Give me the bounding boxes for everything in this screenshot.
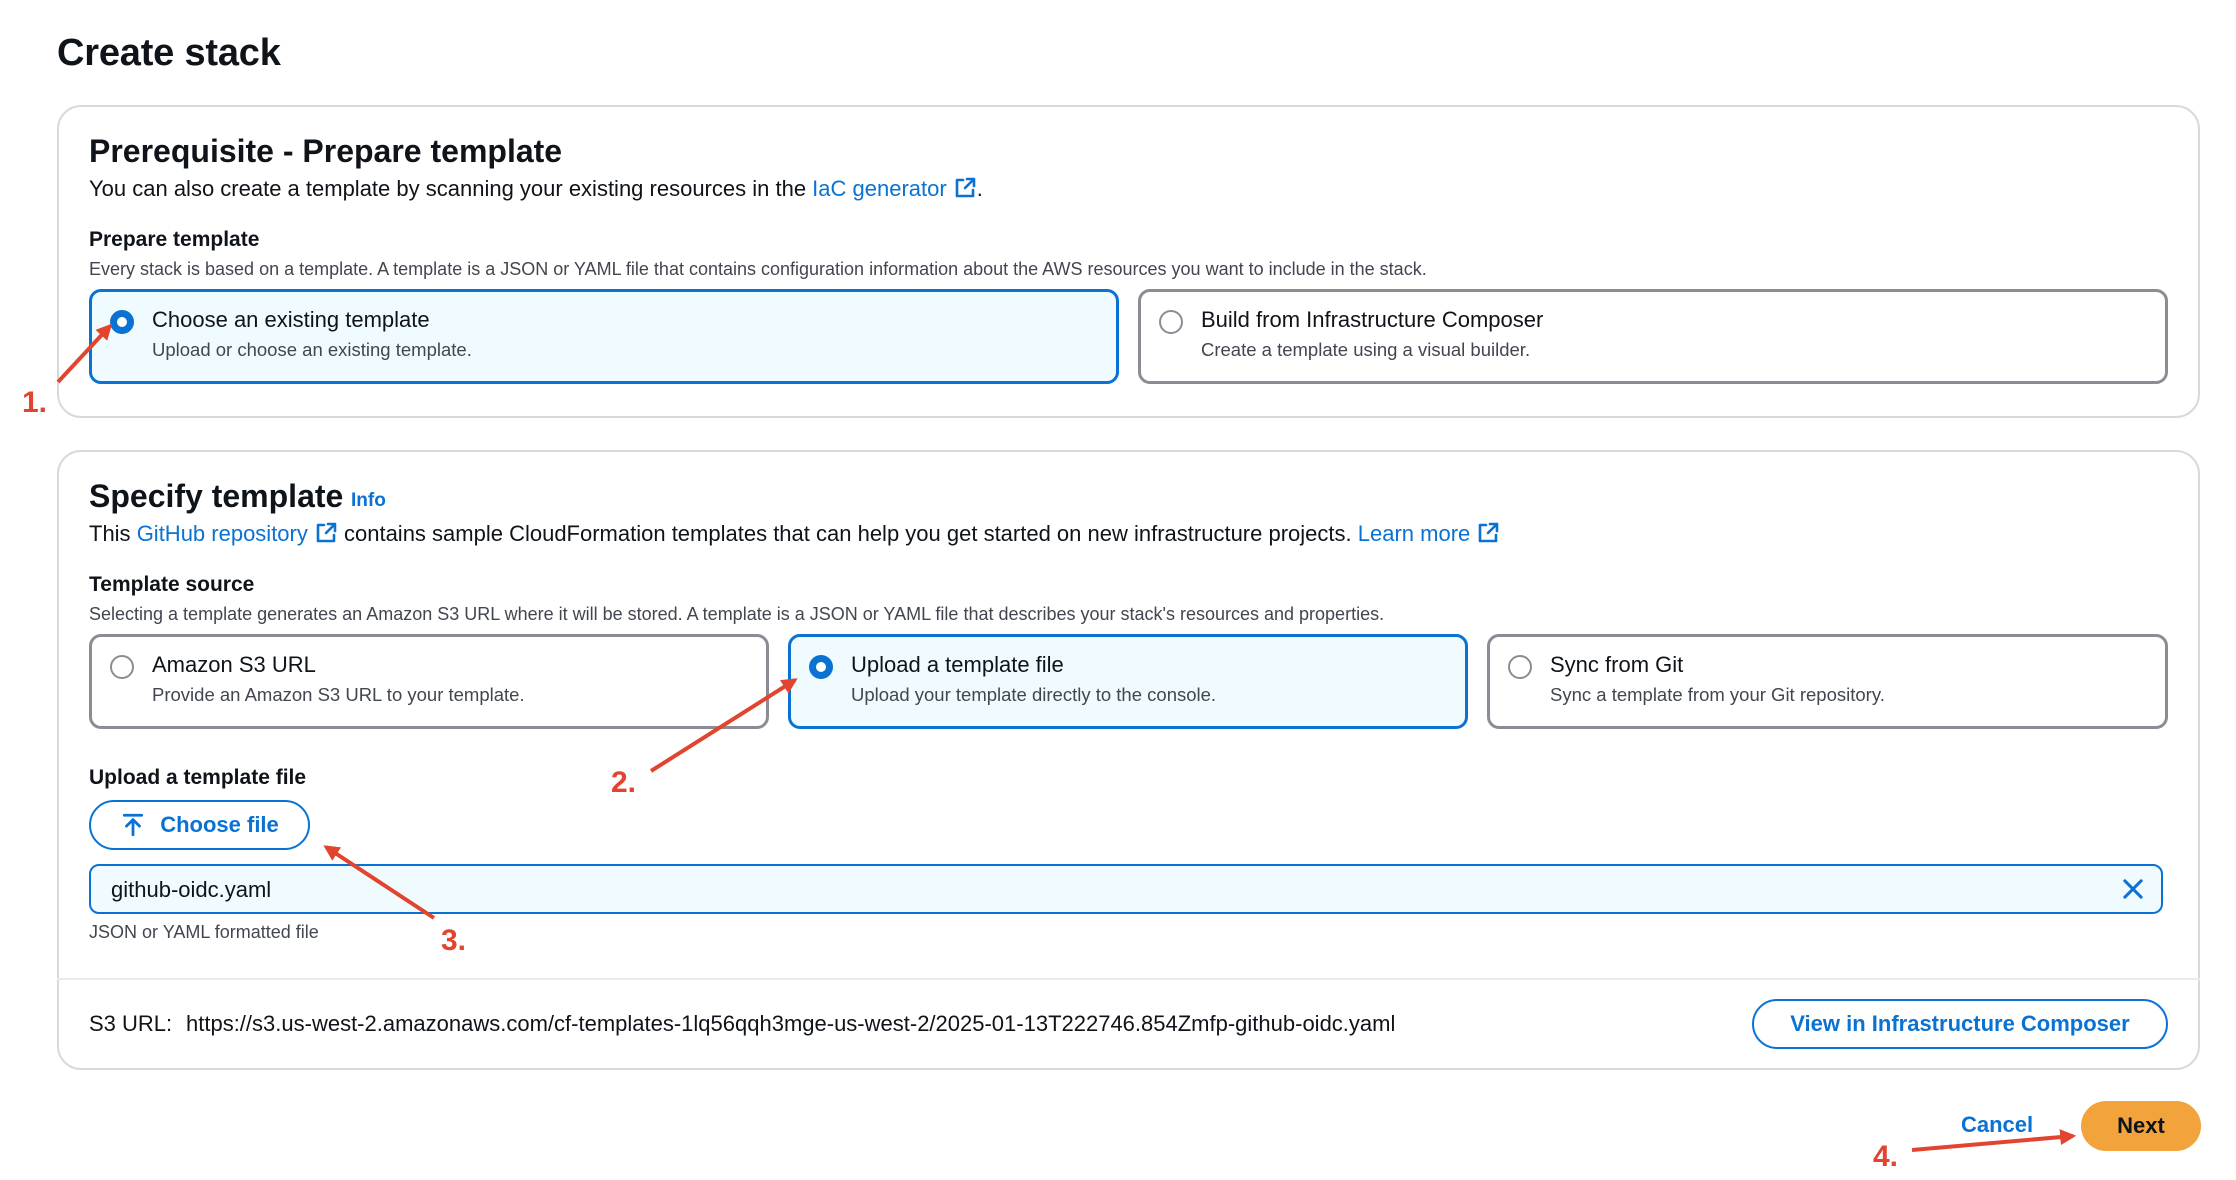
learn-more-link-label: Learn more (1357, 521, 1471, 546)
prepare-template-label: Prepare template (89, 228, 260, 251)
specify-template-description: This GitHub repository contains sample C… (89, 521, 1500, 547)
specify-description-prefix: This (89, 521, 137, 546)
radio-amazon-s3-url[interactable] (110, 655, 134, 679)
source-subtitle: Upload your template directly to the con… (851, 684, 1217, 705)
prepare-template-hint: Every stack is based on a template. A te… (89, 259, 1427, 279)
option-title: Choose an existing template (152, 307, 430, 332)
radio-upload-template-file[interactable] (809, 655, 833, 679)
source-upload-template-file[interactable]: Upload a template file Upload your templ… (788, 634, 1468, 729)
view-in-composer-button[interactable]: View in Infrastructure Composer (1752, 999, 2168, 1049)
github-repository-link-label: GitHub repository (136, 521, 308, 546)
step4-arrow (1911, 1129, 2077, 1152)
source-title: Sync from Git (1550, 652, 1684, 677)
iac-generator-link-label: IaC generator (812, 176, 947, 201)
option-subtitle: Upload or choose an existing template. (152, 339, 472, 360)
source-amazon-s3-url[interactable]: Amazon S3 URL Provide an Amazon S3 URL t… (89, 634, 769, 729)
option-choose-existing-template[interactable]: Choose an existing template Upload or ch… (89, 289, 1119, 384)
upload-icon (123, 813, 144, 837)
learn-more-link[interactable]: Learn more (1358, 521, 1501, 546)
step-1-label: 1. (22, 386, 48, 419)
close-icon[interactable] (2119, 875, 2147, 903)
view-in-composer-label: View in Infrastructure Composer (1790, 1011, 2130, 1036)
choose-file-button[interactable]: Choose file (89, 800, 310, 850)
specify-description-middle: contains sample CloudFormation templates… (337, 521, 1358, 546)
panel-divider (57, 978, 2200, 980)
option-title: Build from Infrastructure Composer (1201, 307, 1544, 332)
radio-sync-from-git[interactable] (1508, 655, 1532, 679)
github-repository-link[interactable]: GitHub repository (137, 521, 338, 546)
next-button[interactable]: Next (2081, 1101, 2201, 1151)
radio-build-from-composer[interactable] (1159, 310, 1183, 334)
external-link-icon (955, 177, 976, 198)
page-title: Create stack (57, 32, 281, 74)
next-button-label: Next (2117, 1113, 2165, 1138)
prerequisite-description-suffix: . (976, 176, 983, 201)
source-sync-from-git[interactable]: Sync from Git Sync a template from your … (1487, 634, 2168, 729)
external-link-icon (1478, 522, 1499, 543)
upload-template-file-label: Upload a template file (89, 766, 307, 789)
option-subtitle: Create a template using a visual builder… (1201, 339, 1531, 360)
option-build-from-composer[interactable]: Build from Infrastructure Composer Creat… (1138, 289, 2168, 384)
choose-file-label: Choose file (160, 812, 279, 837)
step-4-label: 4. (1873, 1140, 1899, 1173)
source-subtitle: Sync a template from your Git repository… (1550, 684, 1885, 705)
step-3-label: 3. (441, 924, 467, 957)
s3-url-value: https://s3.us-west-2.amazonaws.com/cf-te… (186, 1011, 1396, 1036)
iac-generator-link[interactable]: IaC generator (812, 176, 977, 201)
source-title: Upload a template file (851, 652, 1064, 677)
prerequisite-heading: Prerequisite - Prepare template (89, 133, 563, 169)
prerequisite-description-prefix: You can also create a template by scanni… (89, 176, 813, 201)
selected-file-name: github-oidc.yaml (111, 877, 272, 902)
step-2-label: 2. (611, 766, 637, 799)
source-title: Amazon S3 URL (152, 652, 316, 677)
info-link[interactable]: Info (351, 490, 386, 512)
s3-url-label: S3 URL: (89, 1011, 173, 1036)
specify-template-heading: Specify template (89, 478, 344, 514)
radio-choose-existing[interactable] (110, 310, 134, 334)
template-source-label: Template source (89, 573, 255, 596)
template-source-hint: Selecting a template generates an Amazon… (89, 604, 1385, 624)
external-link-icon (316, 522, 337, 543)
selected-file-field[interactable]: github-oidc.yaml (89, 864, 2163, 914)
prerequisite-description: You can also create a template by scanni… (89, 176, 983, 202)
file-format-hint: JSON or YAML formatted file (89, 922, 319, 942)
create-stack-page: Create stack Prerequisite - Prepare temp… (0, 0, 2236, 1180)
source-subtitle: Provide an Amazon S3 URL to your templat… (152, 684, 525, 705)
cancel-button[interactable]: Cancel (1961, 1112, 2033, 1138)
